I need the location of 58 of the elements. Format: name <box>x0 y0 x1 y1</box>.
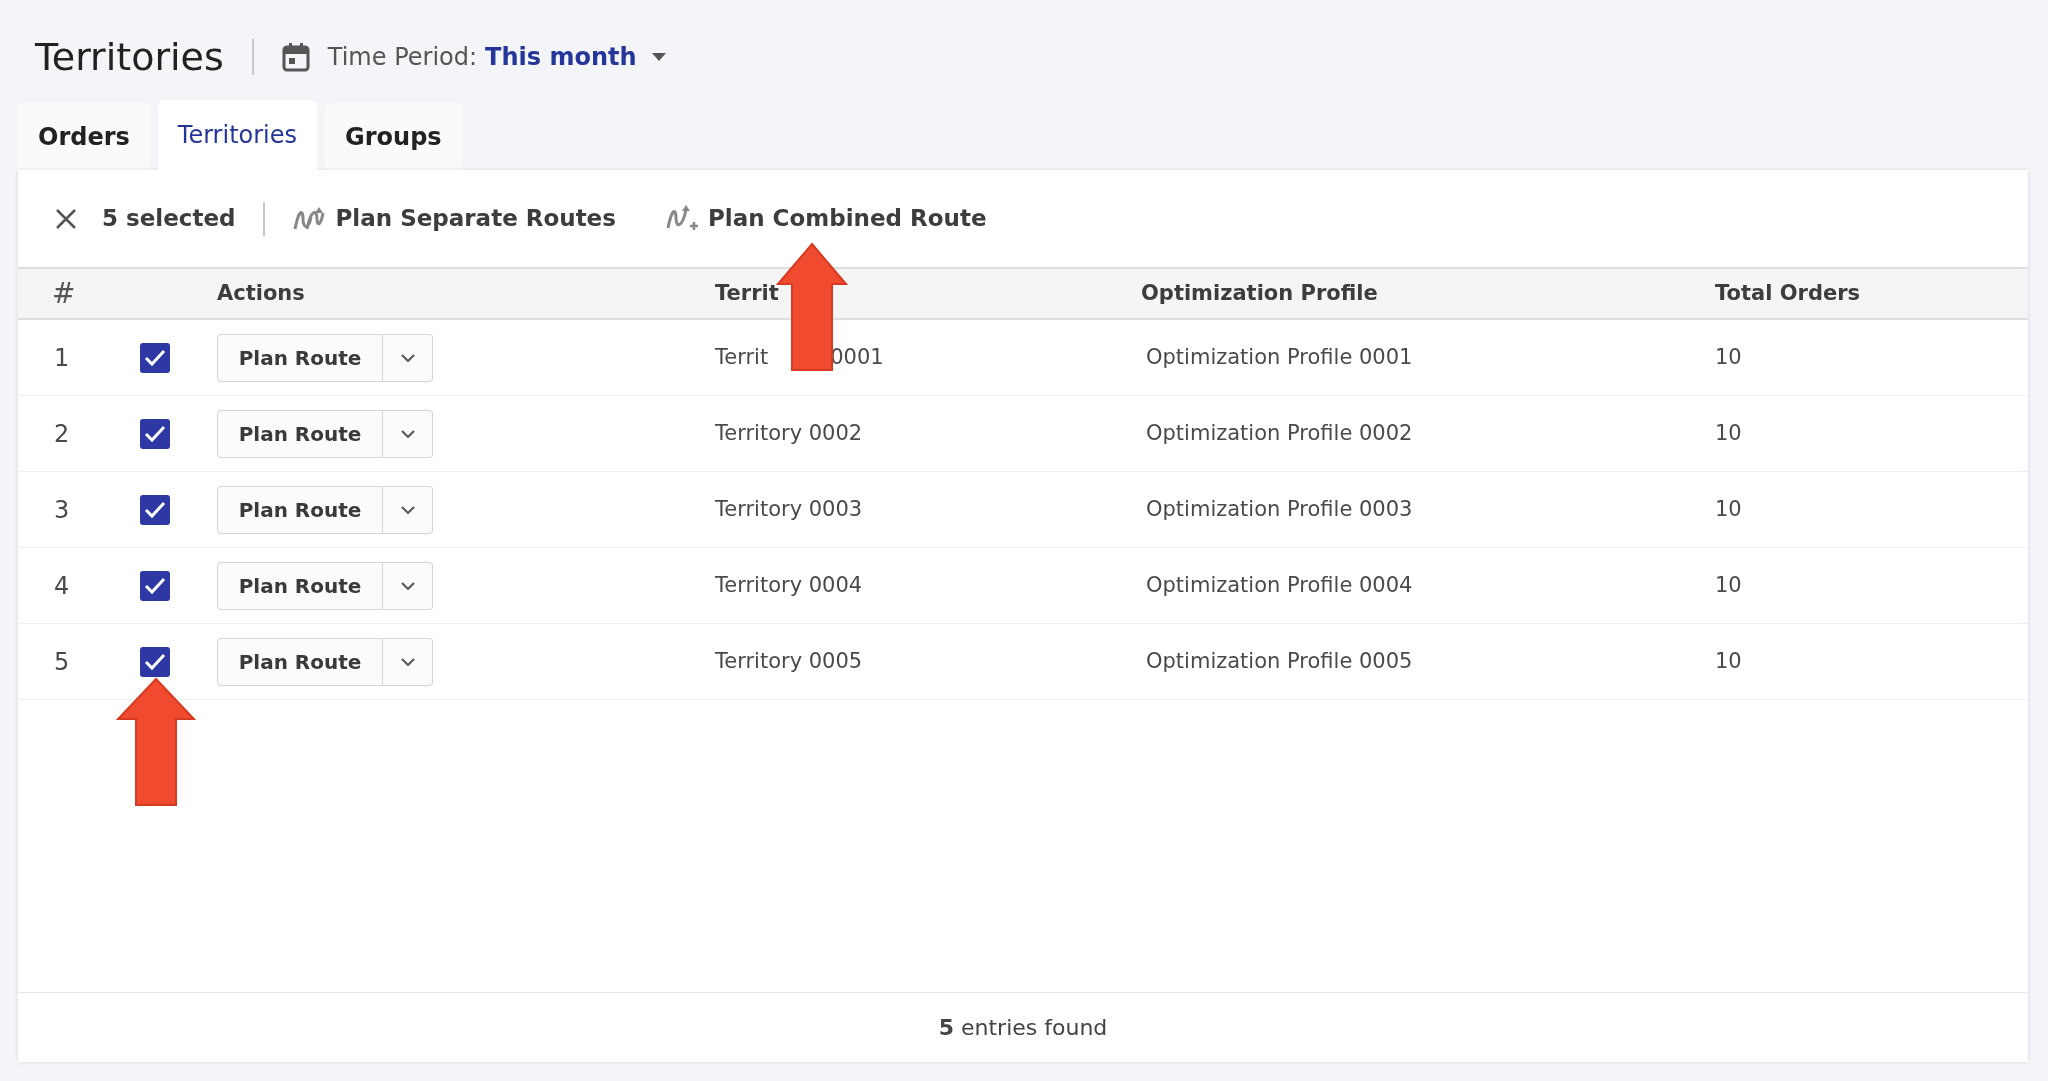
table-cell-text: 0001 <box>830 343 884 371</box>
chevron-down-icon <box>400 505 415 514</box>
table-cell: 10 <box>1715 572 1742 597</box>
table-cell: 10 <box>1715 420 1742 445</box>
chevron-down-icon <box>400 353 415 362</box>
caret-icon <box>650 52 667 62</box>
check-icon <box>144 424 166 443</box>
table-cell: Optimization Profile 0001 <box>1146 344 1413 369</box>
chevron-down-icon <box>400 657 415 666</box>
table-cell: Optimization Profile 0004 <box>1146 572 1413 597</box>
column-header: Actions <box>217 280 305 305</box>
entries-count: 5 entries found <box>938 1014 1108 1042</box>
table-cell: Optimization Profile 0002 <box>1146 420 1413 445</box>
plan-route-button[interactable]: Plan Route <box>217 333 383 382</box>
table-cell-text: Territory 0005 <box>715 647 863 675</box>
column-header: Territ <box>715 280 779 305</box>
table-cell-text: Territ <box>715 343 769 371</box>
table-cell: 10 <box>1715 648 1742 673</box>
column-header: Total Orders <box>1715 280 1861 305</box>
table-cell: Optimization Profile 0005 <box>1146 648 1413 673</box>
calendar-icon <box>281 42 310 72</box>
checkbox[interactable] <box>140 646 170 677</box>
selection-count: 5 selected <box>102 204 236 234</box>
check-icon <box>144 652 166 671</box>
row-number: 4 <box>54 571 70 600</box>
check-icon <box>144 348 166 367</box>
check-icon <box>144 576 166 595</box>
tab[interactable]: Orders <box>18 103 150 170</box>
page-title: Territories <box>35 33 224 81</box>
checkbox[interactable] <box>140 418 170 449</box>
check-icon <box>144 500 166 519</box>
row-number: 2 <box>54 419 70 448</box>
column-header: # <box>52 276 76 310</box>
plan-route-button[interactable]: Plan Route <box>217 561 383 610</box>
plan-route-button[interactable]: Plan Route <box>217 637 383 686</box>
tab[interactable]: Territories <box>157 100 318 170</box>
checkbox[interactable] <box>140 494 170 525</box>
tab[interactable]: Groups <box>325 103 462 170</box>
column-header: Optimization Profile <box>1141 280 1378 305</box>
toolbar-button[interactable]: Plan Separate Routes <box>293 201 616 236</box>
table-cell: 10 <box>1715 496 1742 521</box>
close-icon <box>54 206 78 231</box>
table-cell: Optimization Profile 0003 <box>1146 496 1413 521</box>
chevron-down-icon <box>400 581 415 590</box>
time-period-dropdown[interactable]: Time Period: This month <box>327 39 667 75</box>
toolbar-button[interactable]: Plan Combined Route <box>665 201 987 236</box>
plan-route-button[interactable]: Plan Route <box>217 409 383 458</box>
table-cell-text: Territory 0002 <box>715 419 863 447</box>
table-cell-text: Territory 0003 <box>715 495 863 523</box>
table-cell: 10 <box>1715 344 1742 369</box>
checkbox[interactable] <box>140 342 170 373</box>
row-number: 1 <box>54 343 70 372</box>
row-number: 5 <box>54 647 70 676</box>
plan-route-button[interactable]: Plan Route <box>217 485 383 534</box>
row-number: 3 <box>54 495 70 524</box>
table-cell-text: Territory 0004 <box>715 571 863 599</box>
checkbox[interactable] <box>140 570 170 601</box>
chevron-down-icon <box>400 429 415 438</box>
